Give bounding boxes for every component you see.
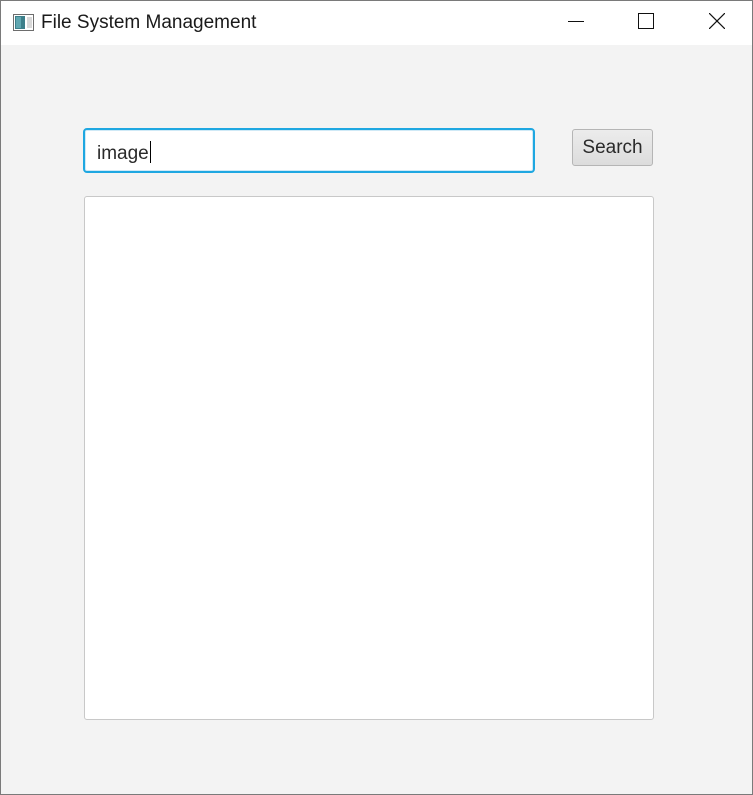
close-icon	[708, 12, 726, 34]
search-input-value: image	[97, 143, 149, 164]
search-button[interactable]: Search	[572, 129, 653, 166]
results-list[interactable]	[84, 196, 654, 720]
title-bar[interactable]: File System Management	[1, 1, 752, 45]
minimize-icon	[568, 13, 584, 34]
maximize-button[interactable]	[614, 1, 678, 45]
app-window: File System Management image Search	[0, 0, 753, 795]
text-caret	[149, 141, 151, 163]
maximize-icon	[638, 12, 654, 34]
minimize-button[interactable]	[544, 1, 608, 45]
window-title: File System Management	[41, 12, 257, 33]
search-input[interactable]: image	[83, 128, 535, 173]
edge-artifact	[748, 282, 751, 298]
close-button[interactable]	[685, 1, 749, 45]
java-app-icon	[13, 14, 34, 31]
